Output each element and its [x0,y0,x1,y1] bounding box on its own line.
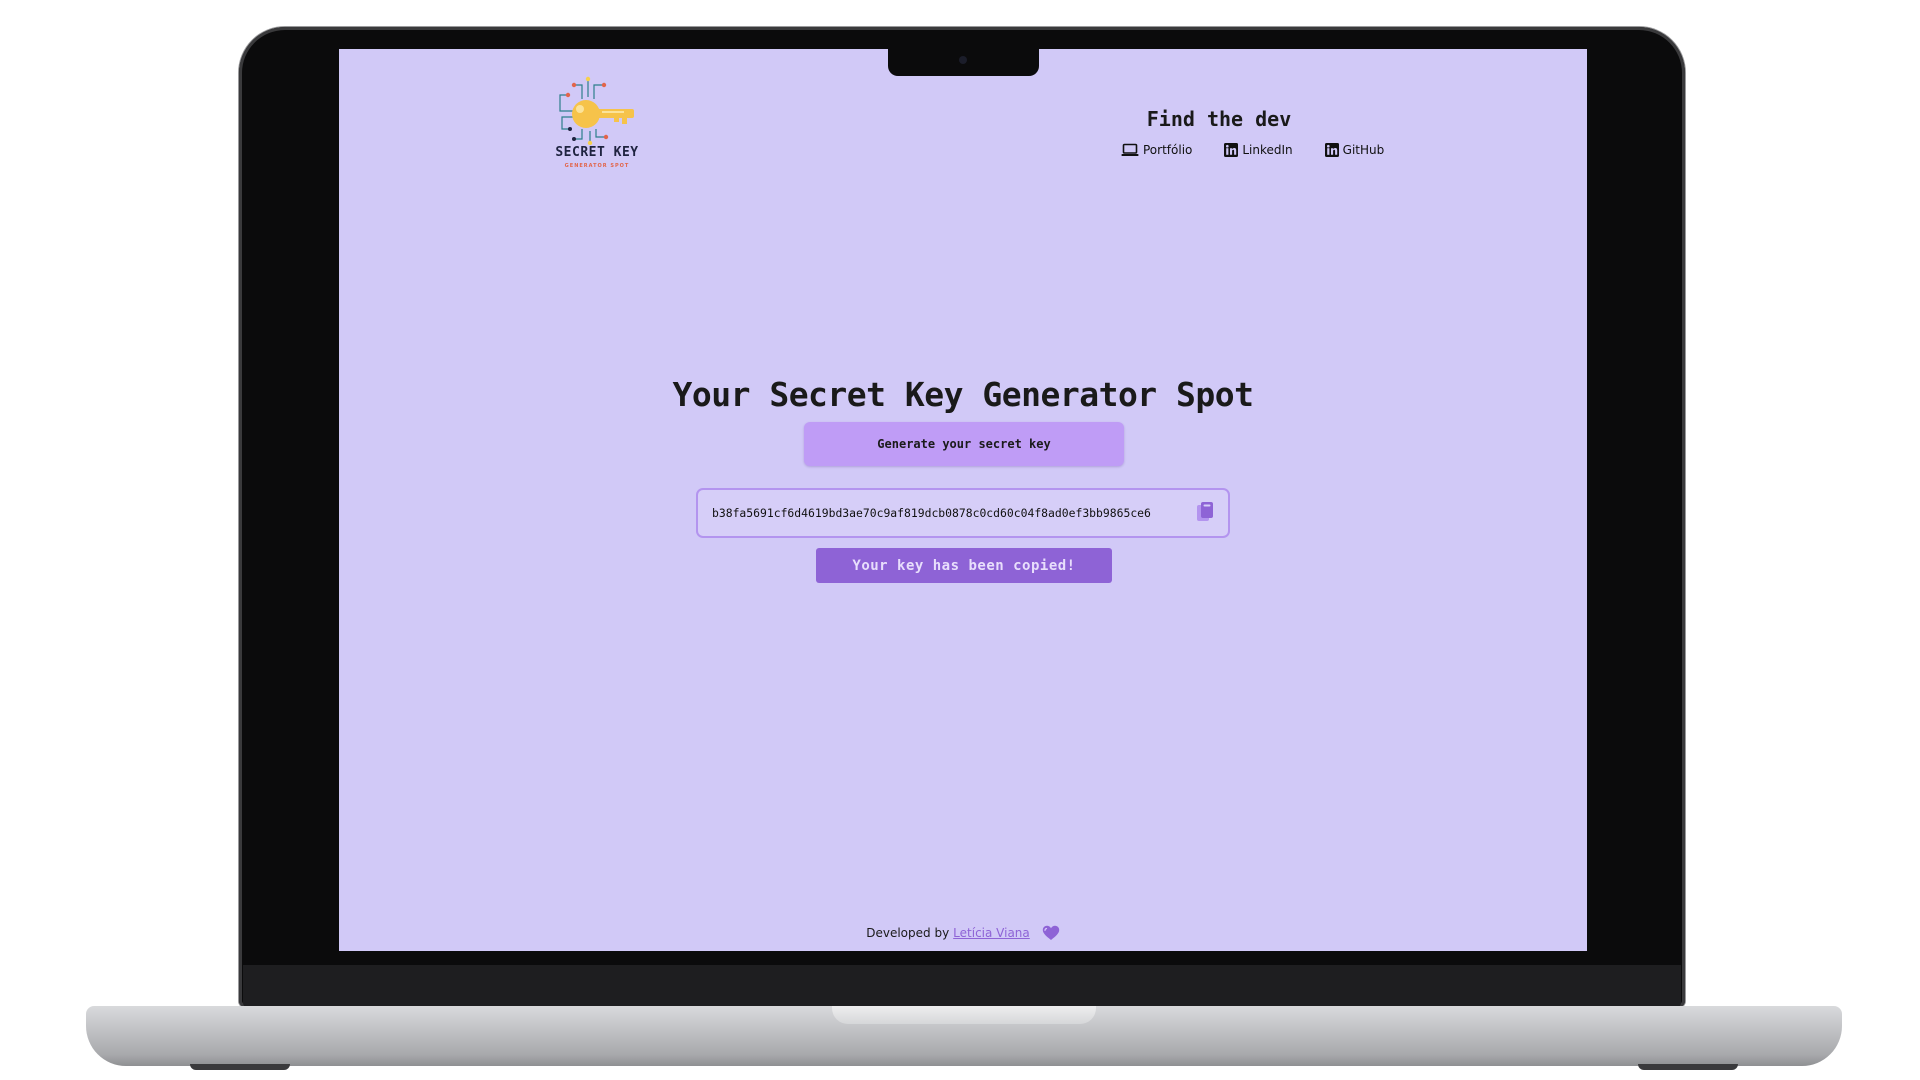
copy-button[interactable] [1194,500,1216,526]
laptop-hinge [243,965,1681,1007]
site-logo[interactable]: SECRET KEY GENERATOR SPOT [552,71,642,175]
device-mockup: SECRET KEY GENERATOR SPOT Find the dev P… [0,0,1920,1080]
footer-prefix: Developed by [866,926,950,940]
laptop-icon [1121,143,1139,156]
footer: Developed by Letícia Viana [339,925,1587,941]
camera-icon [959,56,967,64]
laptop-foot-right [1638,1064,1738,1070]
linkedin-link-label: LinkedIn [1242,143,1293,157]
linkedin-link[interactable]: LinkedIn [1224,143,1293,157]
linkedin-icon [1224,143,1239,157]
author-link[interactable]: Letícia Viana [953,926,1030,940]
portfolio-link-label: Portfólio [1143,143,1193,157]
dev-links: Portfólio LinkedIn GitHub [1121,143,1384,157]
key-circuit-icon [559,76,634,146]
github-link[interactable]: GitHub [1324,143,1385,157]
page-title: Your Secret Key Generator Spot [672,375,1254,414]
portfolio-link[interactable]: Portfólio [1121,143,1192,157]
secret-key-field[interactable]: b38fa5691cf6d4619bd3ae70c9af819dcb0878c0… [696,488,1230,538]
logo-title: SECRET KEY [555,145,639,160]
secret-key-value[interactable]: b38fa5691cf6d4619bd3ae70c9af819dcb0878c0… [712,506,1151,520]
camera-notch [888,49,1039,76]
copied-toast: Your key has been copied! [816,548,1112,583]
laptop-foot-left [190,1064,290,1070]
github-link-label: GitHub [1342,143,1385,157]
browser-viewport: SECRET KEY GENERATOR SPOT Find the dev P… [339,49,1587,951]
linkedin-icon [1324,143,1339,157]
logo-subtitle: GENERATOR SPOT [564,163,630,169]
trackpad-notch [832,1006,1096,1024]
heart-icon [1042,925,1059,940]
find-dev-heading: Find the dev [1146,107,1292,131]
generate-key-button[interactable]: Generate your secret key [804,422,1124,466]
copy-icon [1197,502,1213,521]
